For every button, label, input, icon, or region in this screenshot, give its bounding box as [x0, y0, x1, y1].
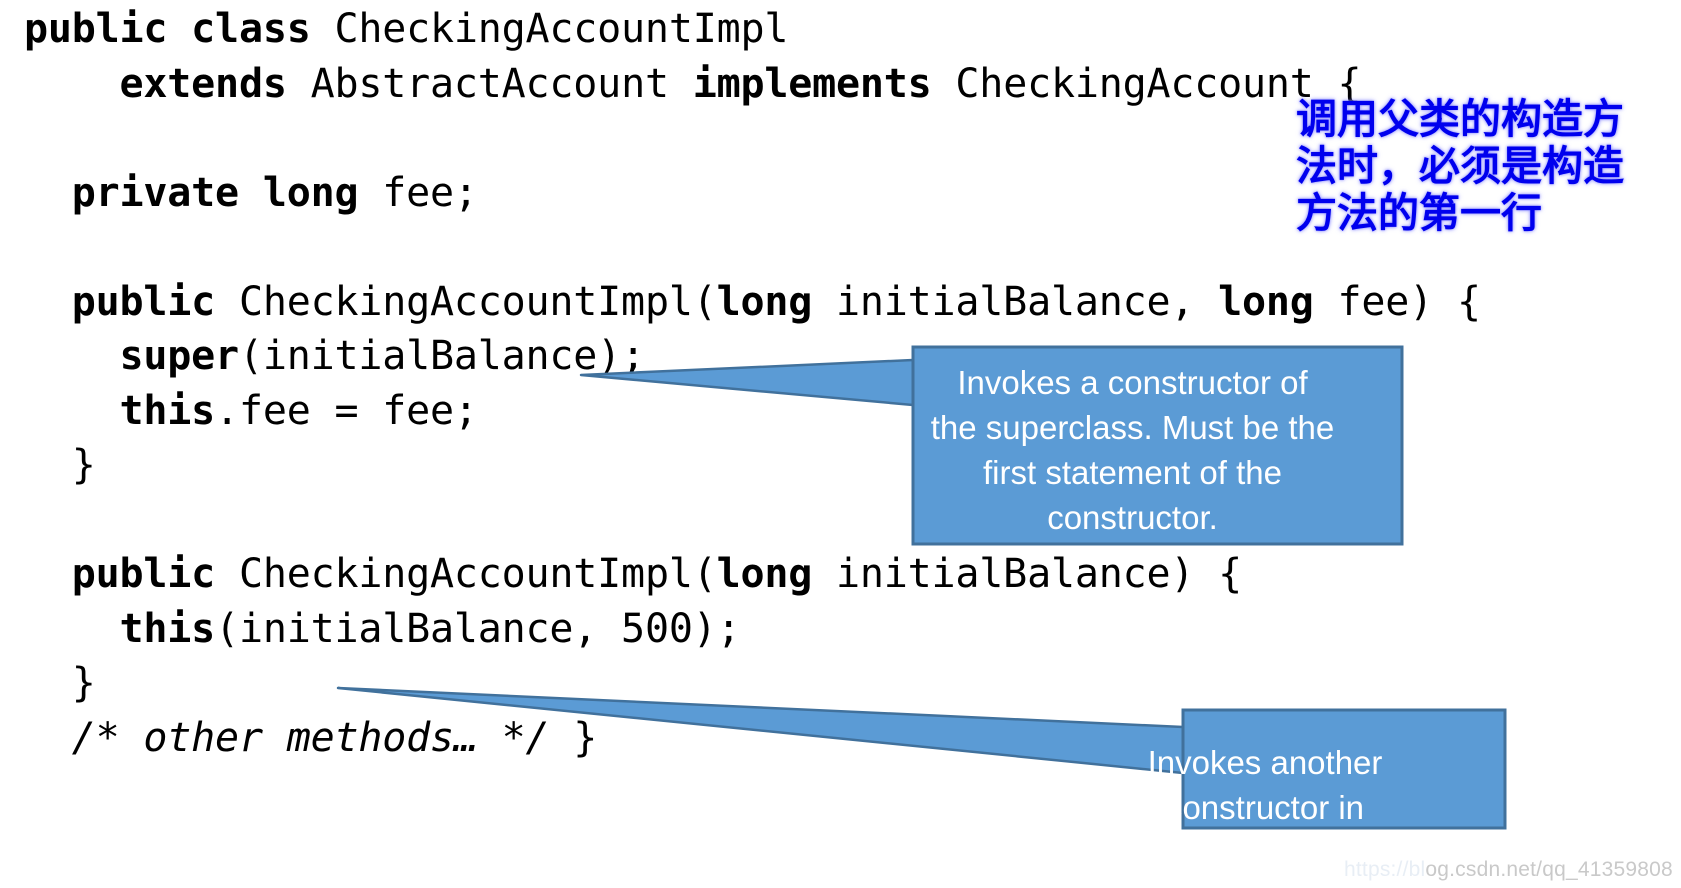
callout-2-label: Invokes another constructor in this same… — [1147, 744, 1383, 871]
code-token: .fee = fee; — [215, 387, 478, 434]
code-token: fee) { — [1313, 278, 1482, 325]
code-token: } — [549, 714, 598, 761]
code-token: /* other methods… */ — [71, 714, 550, 761]
code-token: initialBalance) { — [812, 551, 1243, 597]
code-line: public CheckingAccountImpl(long initialB… — [24, 547, 1374, 602]
watermark-over-box: https://bl — [1344, 858, 1426, 881]
code-token: CheckingAccountImpl( — [215, 278, 717, 325]
code-line: public CheckingAccountImpl(long initialB… — [24, 275, 1481, 330]
code-token: super — [119, 333, 240, 379]
watermark-over-white: og.csdn.net/qq_41359808 — [1425, 858, 1673, 881]
code-token: } — [24, 442, 96, 488]
code-token: long — [1218, 278, 1314, 325]
code-token: this — [119, 605, 216, 652]
code-token: long — [716, 551, 813, 597]
csdn-watermark: https://blog.csdn.net/qq_41359808 — [1344, 858, 1673, 882]
chinese-annotation-note: 调用父类的构造方 法时，必须是构造 方法的第一行 — [1296, 95, 1624, 237]
code-token: fee; — [358, 169, 478, 216]
code-line: public class CheckingAccountImpl — [24, 2, 1374, 57]
callout-1-label: Invokes a constructor of the superclass.… — [930, 364, 1335, 536]
slide-canvas: public class CheckingAccountImpl extends… — [0, 0, 1681, 888]
code-line: this(initialBalance, 500); — [24, 602, 1374, 657]
code-token: (initialBalance, 500); — [215, 605, 741, 652]
code-token: CheckingAccountImpl( — [215, 551, 717, 597]
code-token: (initialBalance); — [238, 333, 645, 379]
code-token: this — [119, 387, 216, 434]
code-line: } — [24, 656, 1374, 711]
code-token: } — [24, 660, 96, 706]
code-token: AbstractAccount — [286, 60, 693, 107]
code-line: extends AbstractAccount implements Check… — [24, 57, 1374, 112]
code-line: private long fee; — [24, 166, 1374, 221]
code-token: public — [71, 278, 216, 325]
code-token: private long — [71, 169, 359, 216]
code-token: long — [716, 278, 813, 325]
code-token: extends — [119, 60, 287, 107]
code-token: initialBalance, — [812, 278, 1219, 325]
code-token: public class — [24, 6, 335, 52]
code-token: implements — [692, 60, 932, 107]
code-token: public — [71, 551, 216, 597]
code-token: CheckingAccountImpl — [334, 6, 789, 52]
